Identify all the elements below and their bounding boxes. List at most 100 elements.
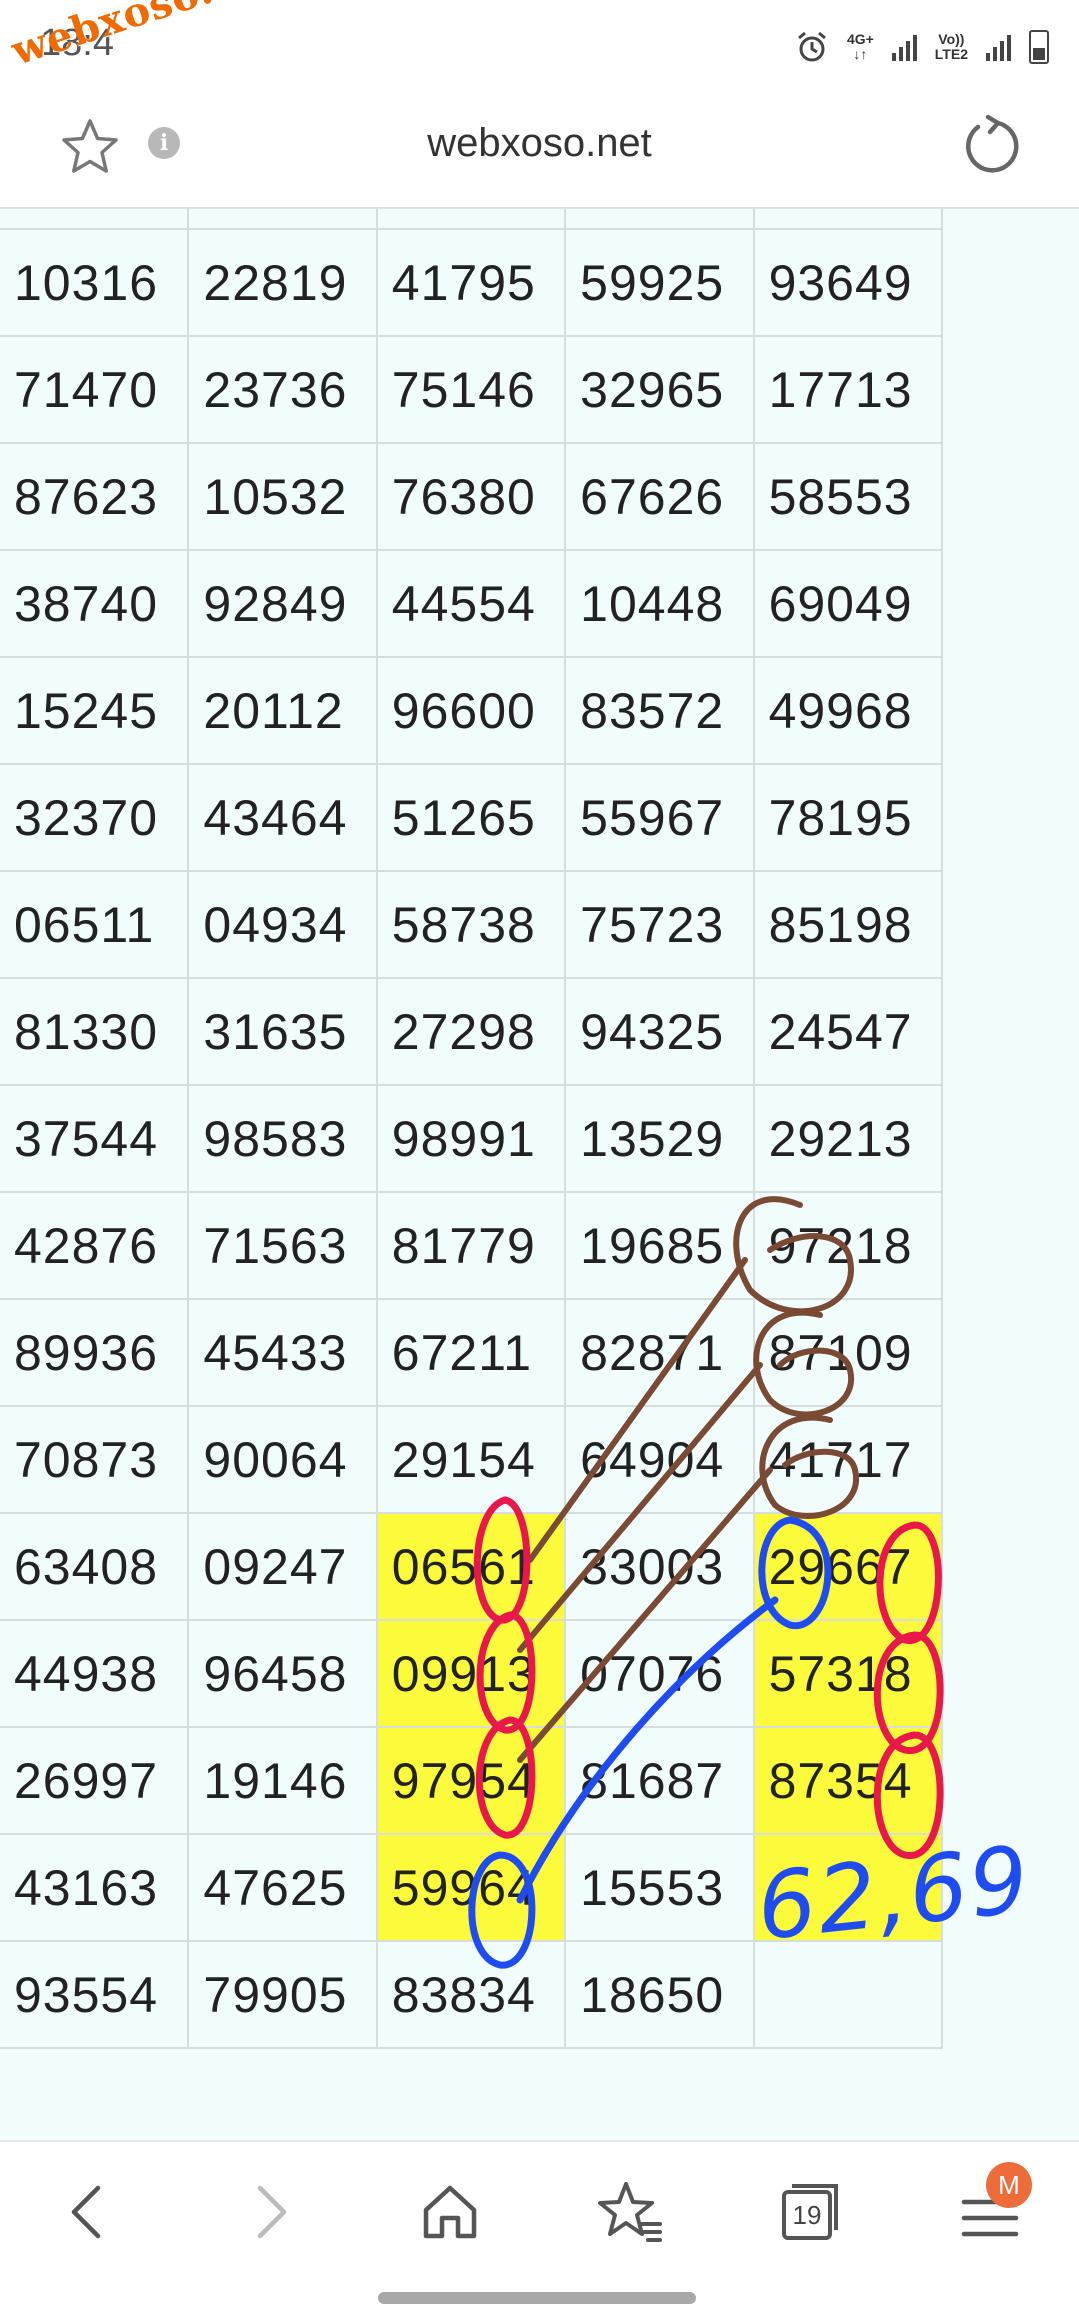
reload-icon[interactable] [958, 113, 1024, 179]
result-cell: 17713 [752, 335, 944, 444]
results-table: 10316 22819 41795 59925 93649 71470 23736 75146… [0, 207, 944, 2049]
signal-icon [891, 33, 917, 61]
result-cell: 45433 [187, 1298, 378, 1407]
result-cell: 58738 [375, 870, 567, 979]
table-row: 06511 04934 58738 75723 85198 [0, 870, 944, 979]
result-cell: 41795 [375, 228, 567, 337]
result-cell: 29667 [752, 1512, 944, 1621]
result-cell: 75723 [564, 870, 755, 979]
menu-badge: M [986, 2162, 1032, 2208]
result-cell: 43163 [0, 1833, 190, 1942]
result-cell: 31635 [187, 977, 378, 1086]
result-cell: 44554 [375, 549, 567, 658]
table-row: 37544 98583 98991 13529 29213 [0, 1084, 944, 1193]
result-cell: 18650 [564, 1940, 755, 2049]
result-cell: 24547 [752, 977, 944, 1086]
result-cell: 22819 [187, 228, 378, 337]
tabs-count: 19 [792, 2199, 822, 2230]
result-cell: 15245 [0, 656, 190, 765]
result-cell: 23736 [187, 335, 378, 444]
result-cell: 55967 [564, 763, 755, 872]
result-cell: 89936 [0, 1298, 190, 1407]
result-cell: 58553 [752, 442, 944, 551]
table-row: 38740 92849 44554 10448 69049 [0, 549, 944, 658]
result-cell: 64904 [564, 1405, 755, 1514]
result-cell: 97218 [752, 1191, 944, 1300]
table-row: 42876 71563 81779 19685 97218 [0, 1191, 944, 1300]
network-type: 4G+ ↓↑ [846, 31, 874, 62]
result-cell: 10316 [0, 228, 190, 337]
result-cell: 32965 [564, 335, 755, 444]
result-cell: 83834 [375, 1940, 567, 2049]
result-cell: 83572 [564, 656, 755, 765]
table-row: 44938 96458 09913 07076 57318 [0, 1619, 944, 1728]
result-cell: 81330 [0, 977, 190, 1086]
bottom-navigation: 19 M [0, 2140, 1079, 2318]
result-cell: 09247 [187, 1512, 378, 1621]
result-cell: 82871 [564, 1298, 755, 1407]
result-cell: 69049 [752, 549, 944, 658]
result-cell: 33003 [564, 1512, 755, 1621]
table-row: 10316 22819 41795 59925 93649 [0, 228, 944, 337]
result-cell: 26997 [0, 1726, 190, 1835]
result-cell: 32370 [0, 763, 190, 872]
table-row: 70873 90064 29154 64904 41717 [0, 1405, 944, 1514]
bookmarks-icon[interactable] [590, 2172, 670, 2252]
result-cell: 98583 [187, 1084, 378, 1193]
table-row: 32370 43464 51265 55967 78195 [0, 763, 944, 872]
address-bar: i webxoso.net [0, 95, 1079, 209]
result-cell: 87354 [752, 1726, 944, 1835]
result-cell: 96458 [187, 1619, 378, 1728]
forward-icon[interactable] [230, 2172, 310, 2252]
result-cell: 71563 [187, 1191, 378, 1300]
result-cell: 27298 [375, 977, 567, 1086]
table-row: 15245 20112 96600 83572 49968 [0, 656, 944, 765]
result-cell: 10532 [187, 442, 378, 551]
result-cell: 19146 [187, 1726, 378, 1835]
result-cell: 10448 [564, 549, 755, 658]
home-icon[interactable] [410, 2172, 490, 2252]
result-cell: 06561 [375, 1512, 567, 1621]
signal-icon [986, 33, 1011, 61]
result-cell: 44938 [0, 1619, 190, 1728]
gesture-bar[interactable] [378, 2292, 696, 2304]
table-row: 87623 10532 76380 67626 58553 [0, 442, 944, 551]
result-cell: 57318 [752, 1619, 944, 1728]
result-cell: 63408 [0, 1512, 190, 1621]
table-top-stub [0, 207, 944, 230]
result-cell: 98991 [375, 1084, 567, 1193]
table-row: 26997 19146 97954 81687 87354 [0, 1726, 944, 1835]
result-cell: 06511 [0, 870, 190, 979]
result-cell: 87109 [752, 1298, 944, 1407]
result-cell: 93649 [752, 228, 944, 337]
table-row: 71470 23736 75146 32965 17713 [0, 335, 944, 444]
result-cell: 43464 [187, 763, 378, 872]
result-cell: 20112 [187, 656, 378, 765]
back-icon[interactable] [48, 2172, 128, 2252]
result-cell: 42876 [0, 1191, 190, 1300]
result-cell: 78195 [752, 763, 944, 872]
result-cell: 51265 [375, 763, 567, 872]
url-text[interactable]: webxoso.net [0, 121, 1079, 166]
table-row: 63408 09247 06561 33003 29667 [0, 1512, 944, 1621]
result-cell: 85198 [752, 870, 944, 979]
result-cell: 76380 [375, 442, 567, 551]
result-cell: 59964 [375, 1833, 567, 1942]
result-cell: 04934 [187, 870, 378, 979]
result-cell: 59925 [564, 228, 755, 337]
tabs-button[interactable]: 19 [770, 2172, 850, 2252]
result-cell: 29213 [752, 1084, 944, 1193]
result-cell: 67211 [375, 1298, 567, 1407]
table-row: 81330 31635 27298 94325 24547 [0, 977, 944, 1086]
result-cell: 29154 [375, 1405, 567, 1514]
volte-label: Vo)) LTE2 [934, 31, 968, 62]
result-cell: 07076 [564, 1619, 755, 1728]
result-cell: 75146 [375, 335, 567, 444]
status-bar: 18:4 webxoso.net 4G+ ↓↑ Vo)) LTE2 [0, 0, 1079, 95]
result-cell: 19685 [564, 1191, 755, 1300]
result-cell: 49968 [752, 656, 944, 765]
result-cell: 90064 [187, 1405, 378, 1514]
result-cell: 15553 [564, 1833, 755, 1942]
menu-button[interactable]: M [950, 2162, 1032, 2252]
battery-icon [1029, 30, 1049, 64]
